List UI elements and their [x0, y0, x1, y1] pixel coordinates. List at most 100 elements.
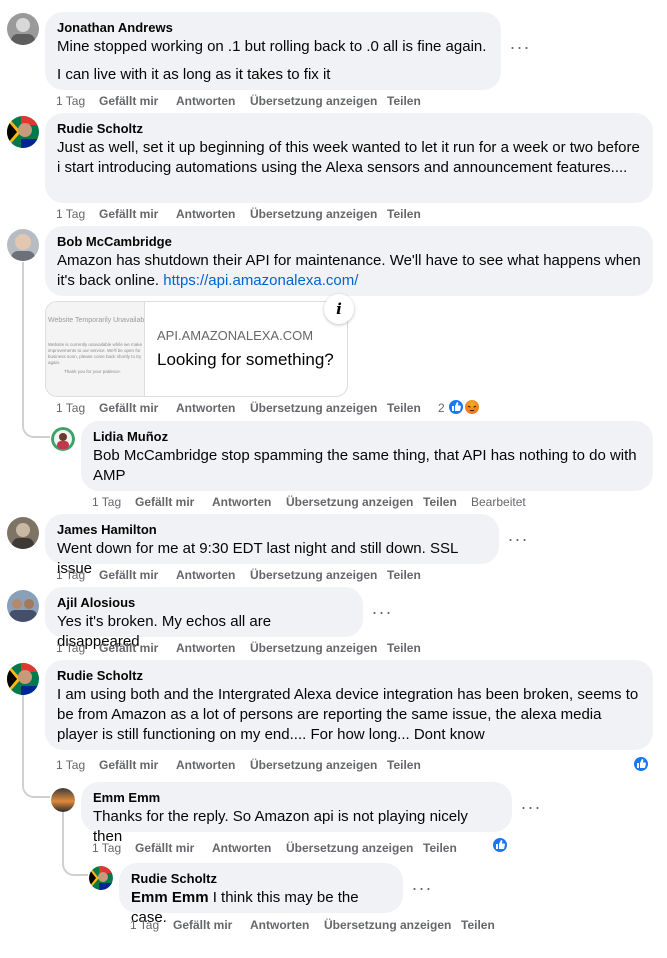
timestamp[interactable]: 1 Tag — [56, 400, 85, 416]
share-button[interactable]: Teilen — [423, 840, 457, 856]
reply-button[interactable]: Antworten — [176, 567, 235, 583]
comment-author[interactable]: Rudie Scholtz — [57, 668, 641, 684]
timestamp[interactable]: 1 Tag — [92, 840, 121, 856]
like-button[interactable]: Gefällt mir — [99, 567, 158, 583]
link-preview-title: Looking for something? — [157, 350, 334, 369]
reply-button[interactable]: Antworten — [212, 840, 271, 856]
like-button[interactable]: Gefällt mir — [99, 640, 158, 656]
timestamp[interactable]: 1 Tag — [56, 757, 85, 773]
like-button[interactable]: Gefällt mir — [99, 206, 158, 222]
comment-text: I can live with it as long as it takes t… — [57, 66, 331, 83]
comment-text: Amazon has shutdown their API for mainte… — [57, 251, 641, 291]
angry-reaction-icon[interactable] — [463, 398, 481, 416]
avatar[interactable] — [89, 866, 113, 890]
comment-text: Mine stopped working on .1 but rolling b… — [57, 38, 487, 55]
comment-actions: 1 Tag Gefällt mir Antworten Übersetzung … — [56, 93, 436, 109]
comment-author[interactable]: Rudie Scholtz — [131, 871, 391, 887]
comment-actions: 1 Tag Gefällt mir Antworten Übersetzung … — [56, 757, 436, 773]
comment-author[interactable]: Rudie Scholtz — [57, 121, 641, 137]
more-options-icon[interactable]: ··· — [410, 879, 434, 903]
translate-button[interactable]: Übersetzung anzeigen — [324, 917, 451, 933]
mention-tag[interactable]: Emm Emm — [131, 889, 209, 906]
comment-author[interactable]: James Hamilton — [57, 522, 487, 538]
more-options-icon[interactable]: ··· — [370, 603, 394, 627]
translate-button[interactable]: Übersetzung anzeigen — [250, 206, 377, 222]
comment-link[interactable]: https://api.amazonalexa.com/ — [163, 272, 358, 289]
reply-button[interactable]: Antworten — [250, 917, 309, 933]
comment-author[interactable]: Emm Emm — [93, 790, 500, 806]
more-options-icon[interactable]: ··· — [508, 38, 532, 62]
comment-author[interactable]: Jonathan Andrews — [57, 20, 489, 36]
info-icon[interactable]: i — [324, 294, 354, 324]
comment-bubble: Bob McCambridge Amazon has shutdown thei… — [45, 226, 653, 296]
comment-actions: 1 Tag Gefällt mir Antworten Übersetzung … — [56, 206, 436, 222]
link-preview-thumbnail: Website Temporarily Unavailable Website … — [46, 302, 145, 396]
share-button[interactable]: Teilen — [387, 206, 421, 222]
translate-button[interactable]: Übersetzung anzeigen — [286, 494, 413, 510]
comment-bubble: Rudie Scholtz Emm Emm I think this may b… — [119, 863, 403, 926]
comment-text: Just as well, set it up beginning of thi… — [57, 139, 640, 176]
comment-actions: 1 Tag Gefällt mir Antworten Übersetzung … — [56, 567, 436, 583]
reply-button[interactable]: Antworten — [176, 400, 235, 416]
translate-button[interactable]: Übersetzung anzeigen — [286, 840, 413, 856]
share-button[interactable]: Teilen — [387, 567, 421, 583]
share-button[interactable]: Teilen — [387, 93, 421, 109]
avatar[interactable] — [7, 13, 39, 45]
timestamp[interactable]: 1 Tag — [56, 567, 85, 583]
link-preview-domain: API.AMAZONALEXA.COM — [157, 328, 314, 343]
like-reaction-icon[interactable] — [632, 755, 650, 773]
comment-author[interactable]: Ajil Alosious — [57, 595, 351, 611]
avatar[interactable] — [51, 788, 75, 812]
comment-actions: 1 Tag Gefällt mir Antworten Übersetzung … — [56, 400, 496, 416]
comment-bubble: Emm Emm Thanks for the reply. So Amazon … — [81, 782, 512, 845]
avatar[interactable] — [7, 229, 39, 261]
avatar[interactable] — [7, 517, 39, 549]
reply-button[interactable]: Antworten — [212, 494, 271, 510]
avatar[interactable] — [7, 116, 39, 148]
reply-button[interactable]: Antworten — [176, 640, 235, 656]
reply-button[interactable]: Antworten — [176, 206, 235, 222]
comment-bubble: Jonathan Andrews Mine stopped working on… — [45, 12, 501, 90]
like-button[interactable]: Gefällt mir — [135, 840, 194, 856]
thread-connector — [22, 410, 50, 438]
avatar[interactable] — [7, 590, 39, 622]
share-button[interactable]: Teilen — [461, 917, 495, 933]
thread-line — [22, 694, 24, 786]
share-button[interactable]: Teilen — [387, 400, 421, 416]
translate-button[interactable]: Übersetzung anzeigen — [250, 567, 377, 583]
like-button[interactable]: Gefällt mir — [99, 757, 158, 773]
share-button[interactable]: Teilen — [387, 757, 421, 773]
like-button[interactable]: Gefällt mir — [135, 494, 194, 510]
reply-button[interactable]: Antworten — [176, 93, 235, 109]
more-options-icon[interactable]: ··· — [506, 530, 530, 554]
like-button[interactable]: Gefällt mir — [99, 400, 158, 416]
thumbnail-thanks: Thank you for your patience. — [64, 369, 122, 374]
comment-bubble: Lidia Muñoz Bob McCambridge stop spammin… — [81, 421, 653, 491]
link-preview-card[interactable]: Website Temporarily Unavailable Website … — [45, 301, 348, 397]
translate-button[interactable]: Übersetzung anzeigen — [250, 640, 377, 656]
thread-connector — [22, 776, 50, 798]
timestamp[interactable]: 1 Tag — [130, 917, 159, 933]
like-button[interactable]: Gefällt mir — [173, 917, 232, 933]
like-reaction-icon[interactable] — [491, 836, 509, 854]
translate-button[interactable]: Übersetzung anzeigen — [250, 93, 377, 109]
timestamp[interactable]: 1 Tag — [56, 640, 85, 656]
like-button[interactable]: Gefällt mir — [99, 93, 158, 109]
comment-author[interactable]: Bob McCambridge — [57, 234, 641, 250]
timestamp[interactable]: 1 Tag — [56, 206, 85, 222]
comment-bubble: Rudie Scholtz I am using both and the In… — [45, 660, 653, 750]
avatar[interactable] — [51, 427, 75, 451]
comment-bubble: Rudie Scholtz Just as well, set it up be… — [45, 113, 653, 203]
timestamp[interactable]: 1 Tag — [56, 93, 85, 109]
comment-author[interactable]: Lidia Muñoz — [93, 429, 641, 445]
more-options-icon[interactable]: ··· — [519, 798, 543, 822]
share-button[interactable]: Teilen — [423, 494, 457, 510]
timestamp[interactable]: 1 Tag — [92, 494, 121, 510]
avatar[interactable] — [7, 663, 39, 695]
share-button[interactable]: Teilen — [387, 640, 421, 656]
reply-button[interactable]: Antworten — [176, 757, 235, 773]
reaction-count[interactable]: 2 — [438, 400, 445, 416]
translate-button[interactable]: Übersetzung anzeigen — [250, 757, 377, 773]
translate-button[interactable]: Übersetzung anzeigen — [250, 400, 377, 416]
comment-bubble: James Hamilton Went down for me at 9:30 … — [45, 514, 499, 577]
